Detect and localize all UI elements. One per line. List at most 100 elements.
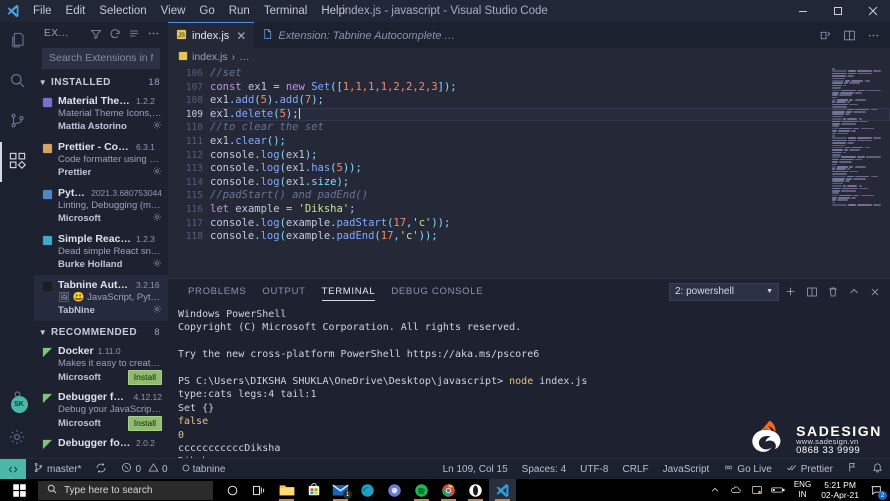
breadcrumb[interactable]: index.js › … (168, 48, 890, 66)
clock[interactable]: 5:21 PM 02-Apr-21 (816, 480, 864, 500)
taskbar-item-spotify[interactable] (408, 479, 435, 501)
taskbar-item-visual-studio-code[interactable] (489, 479, 516, 501)
code-content[interactable]: //set const ex1 = new Set([1,1,1,1,2,2,2,… (210, 67, 890, 244)
tab-terminal[interactable]: TERMINAL (314, 279, 384, 304)
code-line[interactable]: console.log(ex1.size); (210, 176, 890, 190)
list-item[interactable]: Debugger for F... 2.0.2 (34, 433, 168, 458)
code-line[interactable]: ex1.clear(); (210, 135, 890, 149)
status-prettier[interactable]: Prettier (779, 459, 840, 480)
code-line[interactable]: let example = 'Diksha'; (210, 203, 890, 217)
onedrive-icon[interactable] (726, 479, 747, 501)
terminal-selector[interactable]: 2: powershell ▼ (669, 282, 779, 301)
show-hidden-icons-button[interactable] (705, 479, 726, 501)
activity-item-search[interactable] (0, 62, 34, 102)
taskbar-item-task-view[interactable] (246, 479, 273, 501)
tab-output[interactable]: OUTPUT (254, 279, 313, 304)
list-item[interactable]: Python 2021.3.680753044 Linting, Debuggi… (34, 183, 168, 229)
menu-item-view[interactable]: View (154, 3, 193, 19)
search-input[interactable] (42, 47, 160, 69)
taskbar-item-chromium[interactable] (381, 479, 408, 501)
refresh-icon[interactable] (106, 25, 124, 43)
close-icon[interactable]: ✕ (236, 29, 246, 43)
code-line[interactable]: ex1.add(5).add(7); (210, 94, 890, 108)
network-icon[interactable] (747, 479, 768, 501)
code-line[interactable]: console.log(example.padEnd(17,'c')); (210, 230, 890, 244)
menu-bar[interactable]: File Edit Selection View Go Run Terminal… (26, 3, 352, 19)
status-encoding[interactable]: UTF-8 (573, 459, 615, 480)
status-feedback[interactable] (840, 459, 865, 480)
section-installed[interactable]: ▼ INSTALLED 18 (34, 75, 168, 91)
list-item[interactable]: Simple React S... 1.2.3 Dead simple Reac… (34, 229, 168, 275)
taskbar-item-mail[interactable]: 2 1 (327, 479, 354, 501)
start-button[interactable] (0, 479, 38, 501)
tab-extension-tabnine[interactable]: Extension: Tabnine Autocomplete AI: Java… (254, 22, 464, 48)
status-notifications[interactable] (865, 459, 890, 480)
split-editor-icon[interactable] (814, 22, 836, 48)
breadcrumb-symbol[interactable]: … (239, 51, 250, 63)
gear-icon[interactable] (152, 258, 162, 271)
breadcrumb-file[interactable]: index.js (192, 51, 228, 63)
code-line[interactable]: const ex1 = new Set([1,1,1,1,2,2,2,3]); (210, 81, 890, 95)
code-line[interactable]: //set (210, 67, 890, 81)
activity-item-source-control[interactable] (0, 102, 34, 142)
gear-icon[interactable] (152, 212, 162, 225)
code-line[interactable]: //to clear the set (210, 121, 890, 135)
avatar[interactable]: SK (10, 395, 28, 413)
taskbar-item-microsoft-edge[interactable] (354, 479, 381, 501)
more-icon[interactable] (862, 22, 884, 48)
kill-terminal-icon[interactable] (823, 282, 842, 301)
activity-item-extensions[interactable] (0, 142, 34, 182)
menu-item-file[interactable]: File (26, 3, 59, 19)
account-button[interactable]: SK (0, 378, 34, 418)
status-go-live[interactable]: Go Live (716, 459, 778, 480)
list-item[interactable]: Debugger for C... 4.12.12 Debug your Jav… (34, 387, 168, 433)
taskbar-item-google-chrome[interactable] (435, 479, 462, 501)
install-button[interactable]: Install (127, 369, 162, 385)
remote-indicator[interactable] (0, 458, 26, 480)
taskbar-search[interactable]: Type here to search (38, 480, 213, 500)
status-eol[interactable]: CRLF (615, 459, 655, 480)
code-editor[interactable]: 106 107 108 109 110 111 112 113 114 115 116 117 118 … (168, 66, 890, 278)
minimap[interactable] (829, 68, 881, 207)
list-item[interactable]: Prettier - Code ... 6.3.1 Code formatter… (34, 137, 168, 183)
list-item[interactable]: Docker 1.11.0 Makes it easy to create, .… (34, 341, 168, 387)
menu-item-help[interactable]: Help (314, 3, 352, 19)
menu-item-edit[interactable]: Edit (59, 3, 93, 19)
filter-icon[interactable] (87, 25, 105, 43)
code-line[interactable]: ex1.delete(5); (210, 107, 890, 122)
status-tabnine[interactable]: tabnine (175, 459, 233, 480)
menu-item-selection[interactable]: Selection (92, 3, 153, 19)
minimize-button[interactable] (785, 0, 820, 22)
terminal-output[interactable]: Windows PowerShell Copyright (C) Microsof… (168, 304, 890, 458)
taskbar-item-cortana[interactable] (219, 479, 246, 501)
close-button[interactable] (855, 0, 890, 22)
split-terminal-icon[interactable] (802, 282, 821, 301)
status-cursor-position[interactable]: Ln 109, Col 15 (436, 459, 515, 480)
gear-icon[interactable] (152, 166, 162, 179)
menu-item-go[interactable]: Go (192, 3, 221, 19)
code-line[interactable]: console.log(example.padStart(17,'c')); (210, 217, 890, 231)
status-problems[interactable]: 0 0 (114, 459, 174, 480)
tab-debug-console[interactable]: DEBUG CONSOLE (383, 279, 491, 304)
code-line[interactable]: console.log(ex1.has(5)); (210, 162, 890, 176)
new-terminal-icon[interactable] (781, 282, 800, 301)
action-center-button[interactable]: 2 (864, 479, 888, 501)
language-indicator[interactable]: ENG IN (789, 480, 816, 500)
maximize-panel-icon[interactable] (844, 282, 863, 301)
battery-icon[interactable] (768, 479, 789, 501)
editor-scrollbar[interactable] (881, 66, 890, 278)
layout-icon[interactable] (838, 22, 860, 48)
menu-item-terminal[interactable]: Terminal (257, 3, 314, 19)
code-line[interactable]: //padStart() and padEnd() (210, 189, 890, 203)
more-icon[interactable] (144, 25, 162, 43)
taskbar-item-browser-app[interactable] (462, 479, 489, 501)
tab-problems[interactable]: PROBLEMS (180, 279, 254, 304)
gear-icon[interactable] (152, 120, 162, 133)
list-icon[interactable] (125, 25, 143, 43)
manage-settings-button[interactable] (0, 418, 34, 458)
gear-icon[interactable] (152, 304, 162, 317)
section-recommended[interactable]: ▼ RECOMMENDED 8 (34, 325, 168, 341)
menu-item-run[interactable]: Run (222, 3, 257, 19)
taskbar-item-microsoft-store[interactable] (300, 479, 327, 501)
maximize-button[interactable] (820, 0, 855, 22)
